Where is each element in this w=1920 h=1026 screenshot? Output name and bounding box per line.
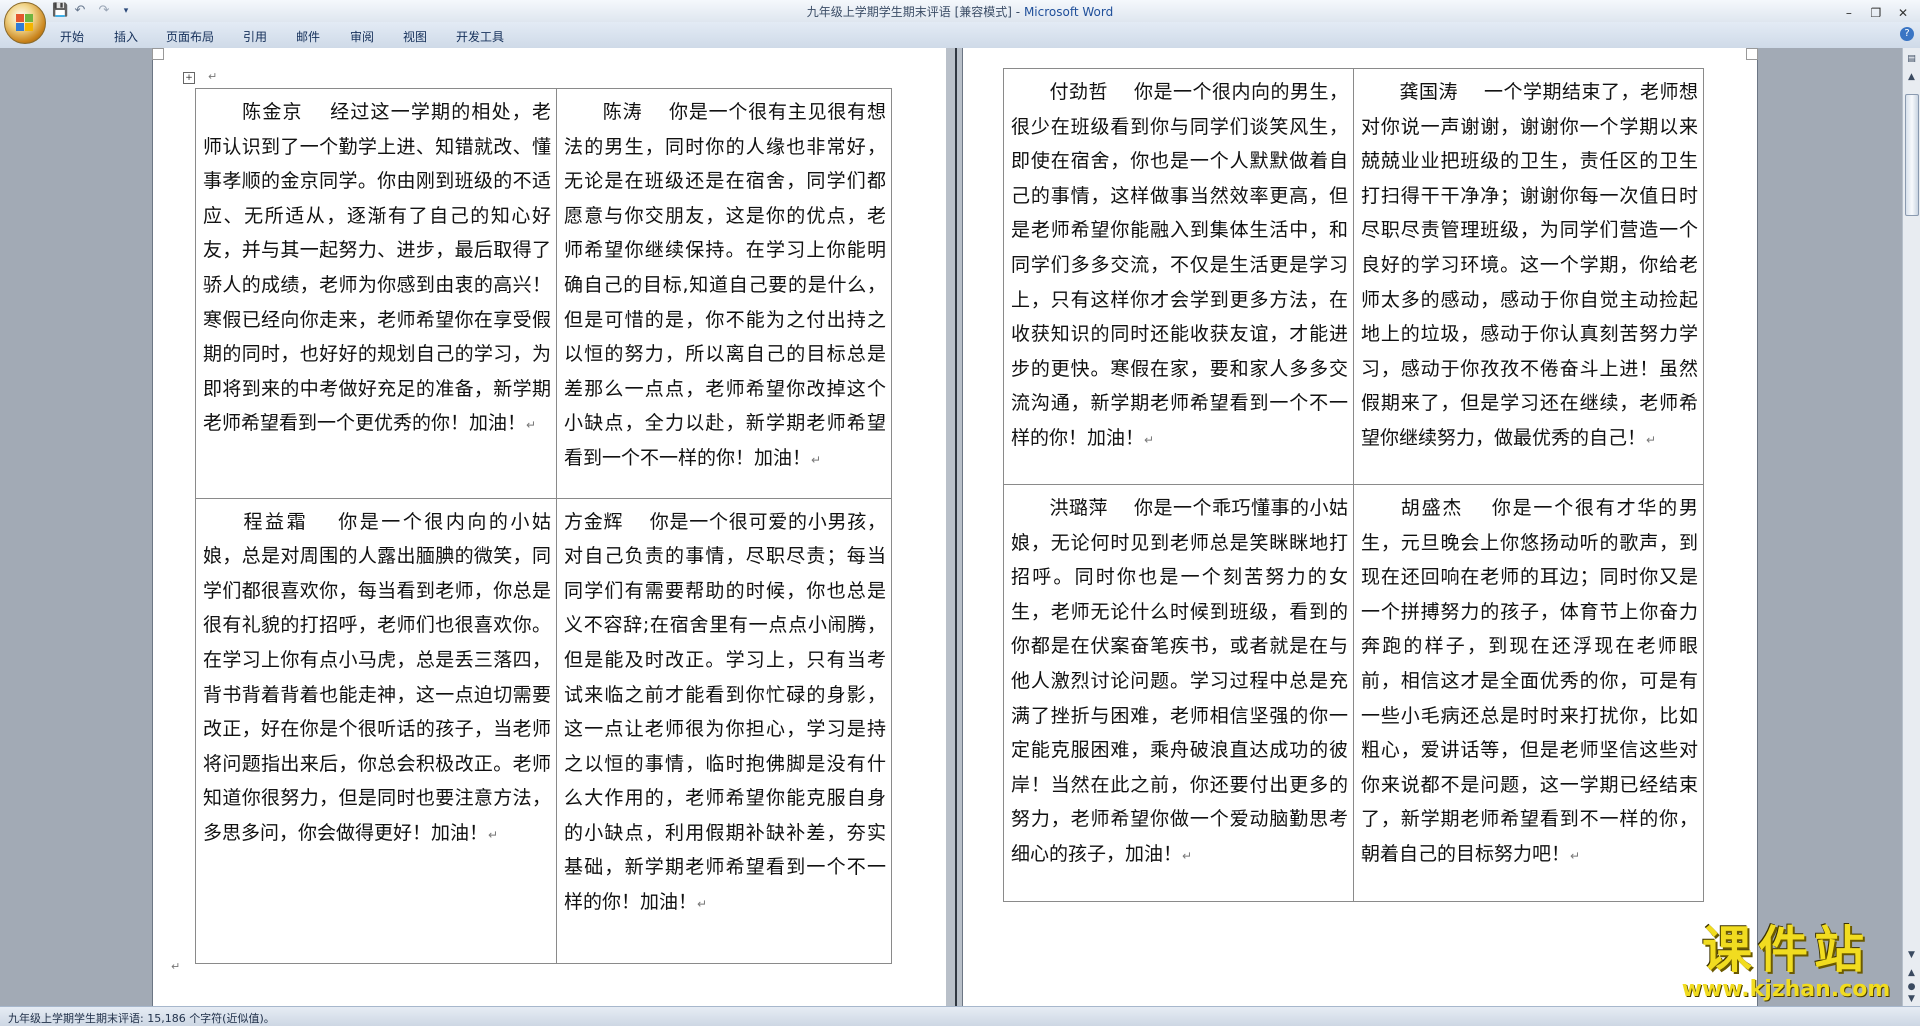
scroll-up-icon[interactable]: ▲ <box>1905 70 1918 84</box>
status-bar: 九年级上学期学生期末评语: 15,186 个字符(近似值)。 <box>0 1006 1920 1026</box>
comment-text: 你是一个很内向的男生，很少在班级看到你与同学们谈笑风生，即使在宿舍，你也是一个人… <box>1011 81 1348 449</box>
status-text: 九年级上学期学生期末评语: 15,186 个字符(近似值)。 <box>8 1012 275 1025</box>
comment-cell[interactable]: 方金辉 你是一个很可爱的小男孩，对自己负责的事情，尽职尽责；每当同学们有需要帮助… <box>556 497 892 964</box>
minimize-icon[interactable]: – <box>1838 5 1860 21</box>
student-name: 胡盛杰 <box>1399 497 1464 519</box>
paragraph-mark: ↵ <box>526 418 537 433</box>
page-gap <box>946 48 962 1006</box>
table-row: 洪璐萍 你是一个乖巧懂事的小姑娘，无论何时见到老师总是笑眯眯地打招呼。同时你也是… <box>1003 484 1704 902</box>
student-name: 洪璐萍 <box>1049 497 1108 519</box>
student-name: 陈涛 <box>602 101 643 123</box>
comment-text: 一个学期结束了，老师想对你说一声谢谢，谢谢你一个学期以来兢兢业业把班级的卫生，责… <box>1361 81 1698 449</box>
comment-cell[interactable]: 龚国涛 一个学期结束了，老师想对你说一声谢谢，谢谢你一个学期以来兢兢业业把班级的… <box>1353 68 1704 485</box>
tab-review[interactable]: 审阅 <box>350 28 374 45</box>
paragraph-mark: ↵ <box>1646 432 1657 447</box>
ruler-toggle-icon[interactable]: ▤ <box>1905 52 1918 66</box>
restore-icon[interactable]: ❐ <box>1865 5 1887 21</box>
comment-cell[interactable]: 洪璐萍 你是一个乖巧懂事的小姑娘，无论何时见到老师总是笑眯眯地打招呼。同时你也是… <box>1003 484 1354 902</box>
comment-cell[interactable]: 程益霜 你是一个很内向的小姑娘，总是对周围的人露出腼腆的微笑，同学们都很喜欢你，… <box>195 497 557 964</box>
comment-cell[interactable]: 陈涛 你是一个很有主见很有想法的男生，同时你的人缘也非常好，无论是在班级还是在宿… <box>556 88 892 499</box>
tab-developer[interactable]: 开发工具 <box>456 28 504 45</box>
comment-text: 你是一个很有才华的男生，元旦晚会上你悠扬动听的歌声，到现在还回响在老师的耳边；同… <box>1361 497 1698 865</box>
comment-text: 你是一个很可爱的小男孩，对自己负责的事情，尽职尽责；每当同学们有需要帮助的时候，… <box>564 510 886 914</box>
tab-home[interactable]: 开始 <box>60 28 84 45</box>
table-row: 付劲哲 你是一个很内向的男生，很少在班级看到你与同学们谈笑风生，即使在宿舍，你也… <box>1003 68 1704 485</box>
paragraph-mark: ↵ <box>171 960 181 973</box>
table-row: 程益霜 你是一个很内向的小姑娘，总是对周围的人露出腼腆的微笑，同学们都很喜欢你，… <box>195 497 892 964</box>
paragraph-mark: ↵ <box>1570 848 1581 863</box>
title-bar: 💾 ↶ ↷ ▾ 九年级上学期学生期末评语 [兼容模式] - Microsoft … <box>0 0 1920 23</box>
window-title: 九年级上学期学生期末评语 [兼容模式] - Microsoft Word <box>806 5 1114 19</box>
student-name: 程益霜 <box>241 510 309 533</box>
document-workspace[interactable]: + ↵ 陈金京 经过这一学期的相处，老师认识到了一个勤学上进、知错就改、懂事孝顺… <box>0 48 1920 1006</box>
comment-text: 你是一个很有主见很有想法的男生，同时你的人缘也非常好，无论是在班级还是在宿舍，同… <box>564 101 886 469</box>
tab-view[interactable]: 视图 <box>403 28 427 45</box>
window-split-bar[interactable] <box>955 48 957 1006</box>
comments-table-right: 付劲哲 你是一个很内向的男生，很少在班级看到你与同学们谈笑风生，即使在宿舍，你也… <box>1003 68 1704 902</box>
comment-cell[interactable]: 付劲哲 你是一个很内向的男生，很少在班级看到你与同学们谈笑风生，即使在宿舍，你也… <box>1003 68 1354 485</box>
scroll-down-icon[interactable]: ▼ <box>1905 948 1918 962</box>
crop-mark <box>1746 48 1758 60</box>
office-button[interactable] <box>4 2 46 44</box>
vertical-scrollbar[interactable]: ▤ ▲ ▼ ▲ ● ▼ <box>1902 48 1920 1006</box>
office-logo-icon <box>16 14 34 32</box>
comment-cell[interactable]: 陈金京 经过这一学期的相处，老师认识到了一个勤学上进、知错就改、懂事孝顺的金京同… <box>195 88 557 499</box>
student-name: 陈金京 <box>241 101 303 123</box>
window-title-doc: 九年级上学期学生期末评语 [兼容模式] <box>806 5 1012 19</box>
paragraph-mark: ↵ <box>697 897 708 912</box>
ribbon-tabs: 开始 插入 页面布局 引用 邮件 审阅 视图 开发工具 ? <box>0 22 1920 49</box>
comment-text: 经过这一学期的相处，老师认识到了一个勤学上进、知错就改、懂事孝顺的金京同学。你由… <box>203 101 551 435</box>
watermark-title: 课件站 <box>1702 920 1870 979</box>
table-move-handle-icon[interactable]: + <box>183 72 195 84</box>
comment-text: 你是一个乖巧懂事的小姑娘，无论何时见到老师总是笑眯眯地打招呼。同时你也是一个刻苦… <box>1011 497 1348 865</box>
window-title-app: Microsoft Word <box>1023 5 1114 19</box>
crop-mark <box>152 48 164 60</box>
site-watermark: 课件站 www.kjzhan.com <box>1672 922 1900 1004</box>
scrollbar-thumb[interactable] <box>1905 94 1919 216</box>
document-page-right[interactable]: 付劲哲 你是一个很内向的男生，很少在班级看到你与同学们谈笑风生，即使在宿舍，你也… <box>962 48 1758 1006</box>
close-icon[interactable]: ✕ <box>1892 5 1914 21</box>
tab-page-layout[interactable]: 页面布局 <box>166 28 214 45</box>
tab-insert[interactable]: 插入 <box>114 28 138 45</box>
comments-table-left: 陈金京 经过这一学期的相处，老师认识到了一个勤学上进、知错就改、懂事孝顺的金京同… <box>195 88 892 964</box>
help-icon[interactable]: ? <box>1900 27 1914 41</box>
student-name: 方金辉 <box>564 510 624 533</box>
paragraph-mark: ↵ <box>488 827 499 842</box>
comment-text: 你是一个很内向的小姑娘，总是对周围的人露出腼腆的微笑，同学们都很喜欢你，每当看到… <box>203 510 551 844</box>
paragraph-mark: ↵ <box>1144 432 1155 447</box>
document-page-left[interactable]: + ↵ 陈金京 经过这一学期的相处，老师认识到了一个勤学上进、知错就改、懂事孝顺… <box>152 48 948 1006</box>
tab-mailings[interactable]: 邮件 <box>296 28 320 45</box>
paragraph-mark: ↵ <box>1182 848 1193 863</box>
paragraph-mark: ↵ <box>811 452 822 467</box>
student-name: 龚国涛 <box>1399 81 1458 103</box>
paragraph-mark: ↵ <box>208 70 218 83</box>
next-page-icon[interactable]: ▼ <box>1905 992 1918 1006</box>
comment-cell[interactable]: 胡盛杰 你是一个很有才华的男生，元旦晚会上你悠扬动听的歌声，到现在还回响在老师的… <box>1353 484 1704 902</box>
window-controls: – ❐ ✕ <box>1838 2 1914 21</box>
student-name: 付劲哲 <box>1049 81 1108 103</box>
table-row: 陈金京 经过这一学期的相处，老师认识到了一个勤学上进、知错就改、懂事孝顺的金京同… <box>195 88 892 499</box>
tab-references[interactable]: 引用 <box>243 28 267 45</box>
watermark-url: www.kjzhan.com <box>1681 977 1891 1002</box>
previous-page-icon[interactable]: ▲ <box>1905 966 1918 980</box>
